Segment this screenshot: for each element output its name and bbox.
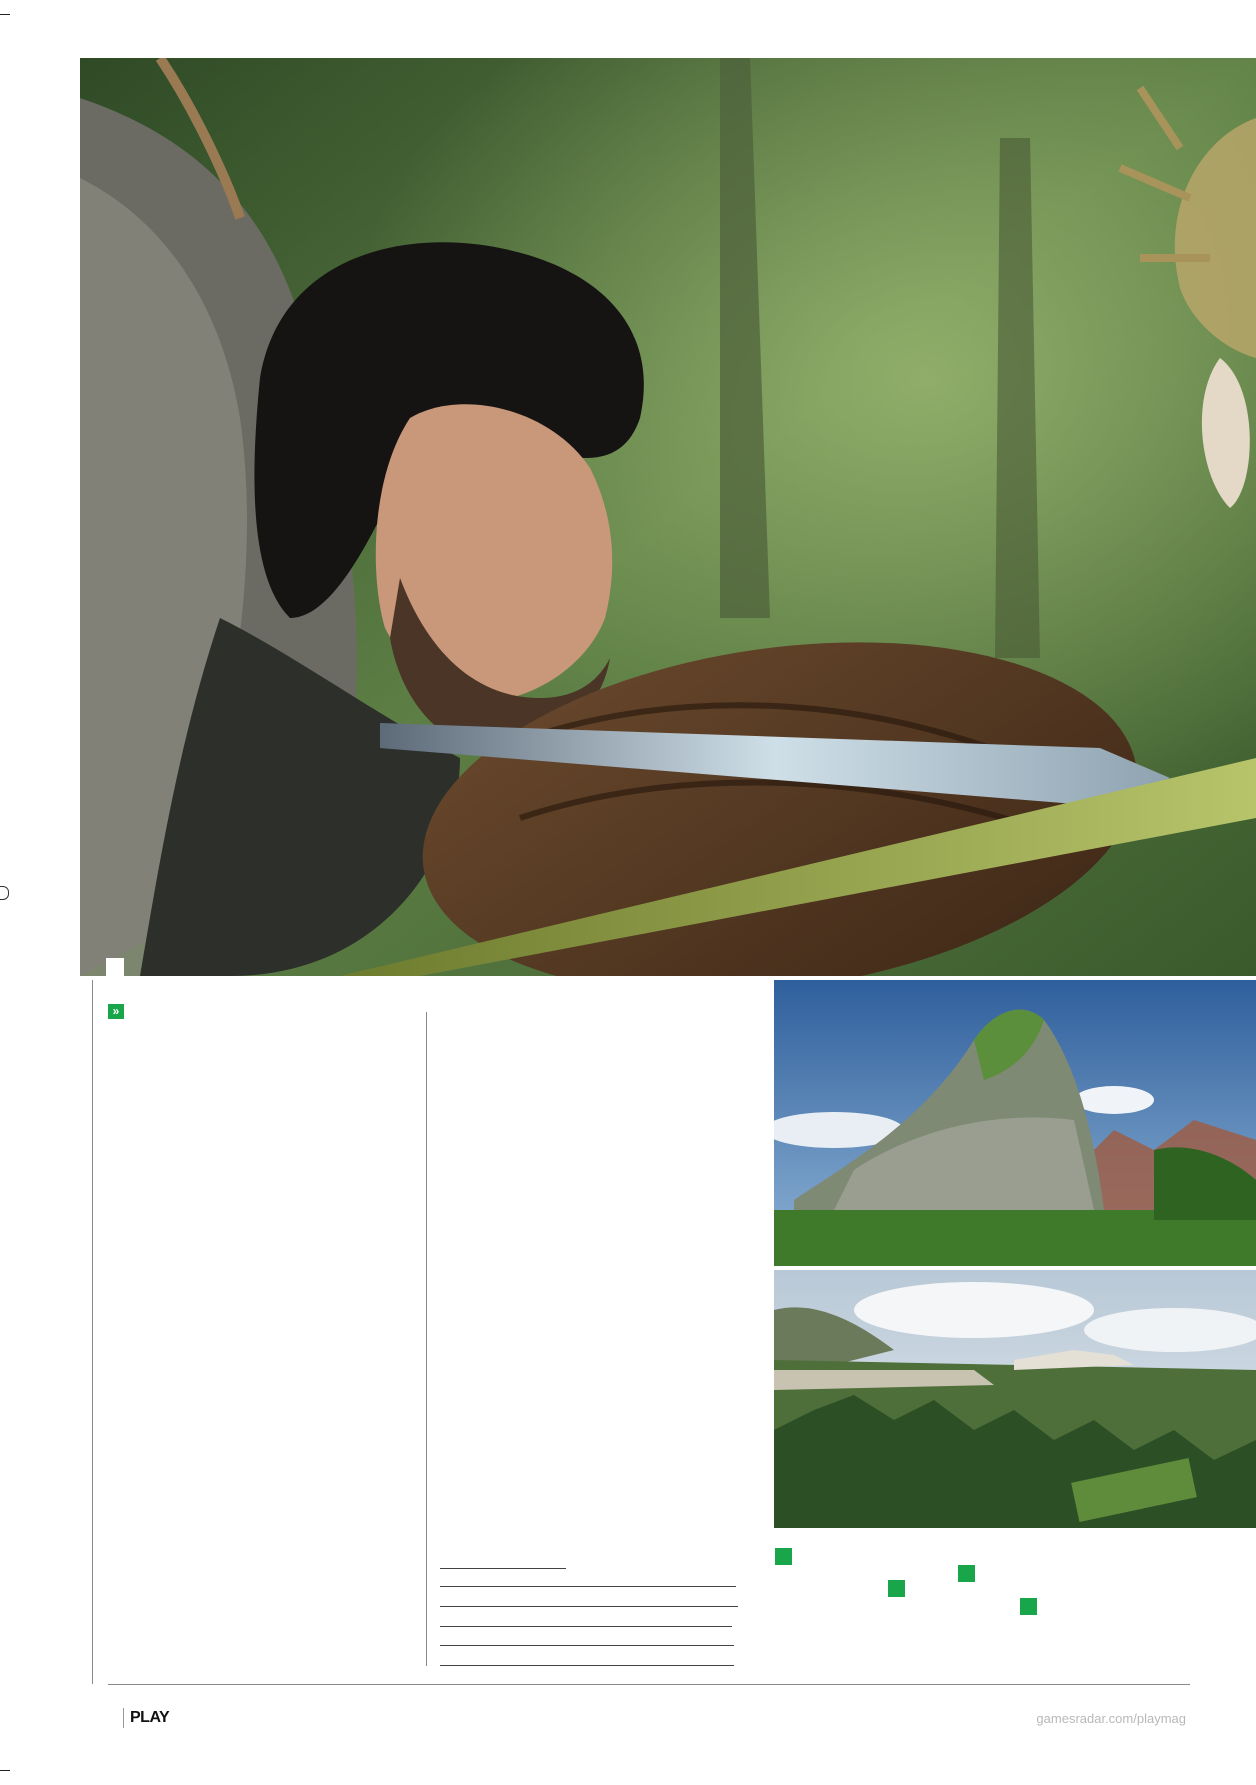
green-square-icon bbox=[775, 1548, 792, 1565]
footer-divider bbox=[123, 1708, 124, 1728]
left-margin-rule bbox=[92, 980, 93, 1684]
sidebar-heading-rule bbox=[440, 1568, 566, 1569]
rock-landscape-image bbox=[774, 980, 1256, 1266]
registration-mark-icon bbox=[0, 886, 9, 900]
footer-rule bbox=[108, 1684, 1190, 1685]
sidebar-rule-5 bbox=[440, 1665, 734, 1666]
caption-tab bbox=[106, 958, 124, 976]
magazine-brand: PLAY bbox=[130, 1709, 170, 1726]
green-square-icon bbox=[1020, 1598, 1037, 1615]
sidebar-rule-4 bbox=[440, 1645, 734, 1646]
sidebar-rule-3 bbox=[440, 1626, 732, 1627]
sidebar-rule-1 bbox=[440, 1586, 736, 1587]
hero-screenshot-image bbox=[80, 58, 1256, 976]
hero-image bbox=[80, 58, 1256, 976]
town-landscape-image bbox=[774, 1270, 1256, 1528]
green-square-icon bbox=[958, 1565, 975, 1582]
crop-mark-top bbox=[0, 14, 10, 15]
green-square-icon bbox=[888, 1580, 905, 1597]
website-url: gamesradar.com/playmag bbox=[1036, 1711, 1186, 1726]
sidebar-rule-2 bbox=[440, 1606, 738, 1607]
crop-mark-bottom bbox=[0, 1770, 10, 1771]
double-chevron-icon: » bbox=[108, 1004, 124, 1019]
column-divider bbox=[426, 1012, 427, 1666]
